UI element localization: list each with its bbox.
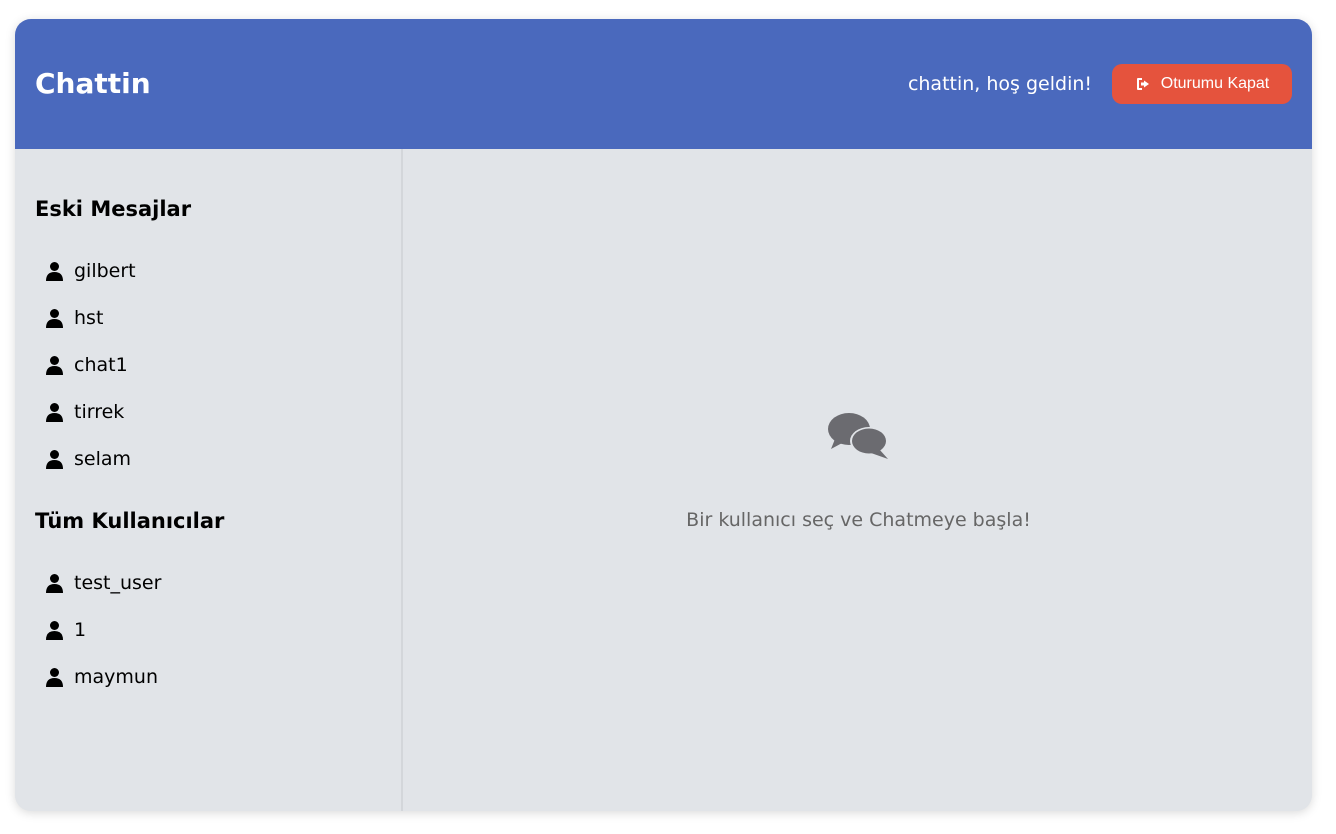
- user-icon: [46, 668, 63, 687]
- all-users-title: Tüm Kullanıcılar: [35, 509, 225, 533]
- user-name: maymun: [74, 666, 158, 688]
- welcome-text: chattin, hoş geldin!: [907, 73, 1092, 95]
- user-icon: [46, 262, 63, 281]
- old-message-item[interactable]: chat1: [45, 354, 128, 376]
- chat-area: Bir kullanıcı seç ve Chatmeye başla!: [405, 149, 1312, 811]
- all-users-item[interactable]: test_user: [45, 572, 161, 594]
- old-message-item[interactable]: selam: [45, 448, 131, 470]
- all-users-item[interactable]: 1: [45, 619, 86, 641]
- all-users-item[interactable]: maymun: [45, 666, 158, 688]
- user-icon: [46, 403, 63, 422]
- user-name: tirrek: [74, 401, 125, 423]
- user-name: hst: [74, 307, 104, 329]
- user-icon: [46, 621, 63, 640]
- old-message-item[interactable]: hst: [45, 307, 103, 329]
- user-name: chat1: [74, 354, 128, 376]
- user-name: 1: [74, 619, 87, 641]
- old-message-item[interactable]: tirrek: [45, 401, 124, 423]
- sidebar: Eski Mesajlar gilbert hst chat1 tirrek s…: [15, 149, 403, 811]
- old-messages-title: Eski Mesajlar: [35, 197, 192, 221]
- old-message-item[interactable]: gilbert: [45, 260, 136, 282]
- app-window: Chattin chattin, hoş geldin! Oturumu Kap…: [15, 19, 1312, 811]
- user-name: selam: [74, 448, 132, 470]
- brand-title: Chattin: [35, 67, 151, 100]
- user-icon: [46, 309, 63, 328]
- logout-label: Oturumu Kapat: [1160, 75, 1270, 92]
- user-name: gilbert: [74, 260, 136, 282]
- comments-icon: [828, 413, 888, 459]
- user-icon: [46, 356, 63, 375]
- user-name: test_user: [74, 572, 162, 594]
- sign-out-icon: [1136, 78, 1149, 90]
- user-icon: [46, 450, 63, 469]
- header: Chattin chattin, hoş geldin! Oturumu Kap…: [15, 19, 1312, 149]
- empty-state-text: Bir kullanıcı seç ve Chatmeye başla!: [686, 509, 1031, 531]
- user-icon: [46, 574, 63, 593]
- logout-button[interactable]: Oturumu Kapat: [1112, 64, 1292, 104]
